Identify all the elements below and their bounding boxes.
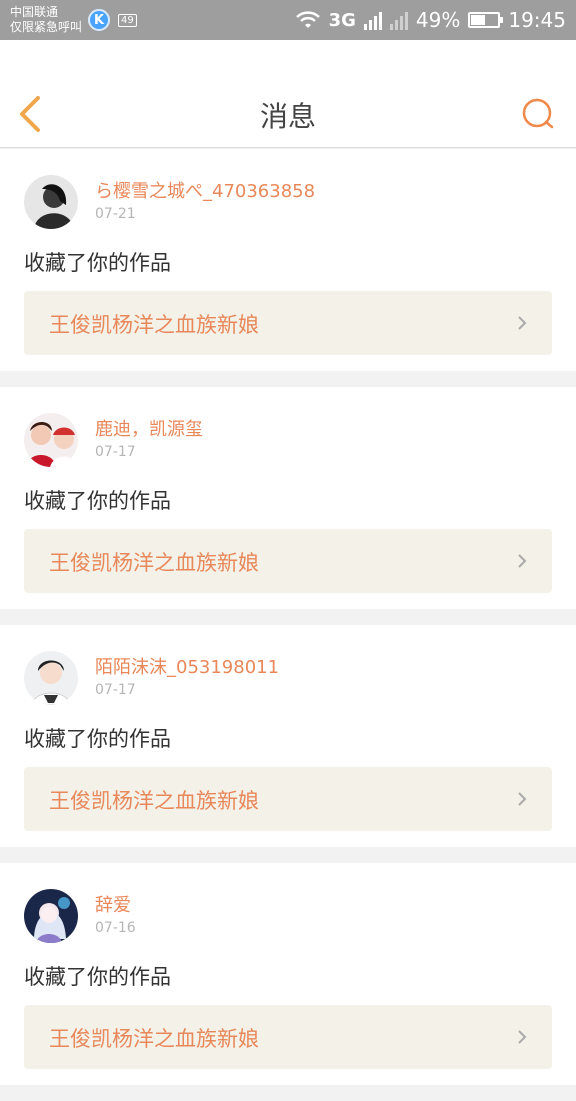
- username-link[interactable]: ら樱雪之城ぺ_470363858: [95, 177, 315, 203]
- work-link[interactable]: 王俊凯杨洋之血族新娘: [24, 291, 552, 355]
- carrier-info: 中国联通 仅限紧急呼叫: [10, 5, 82, 35]
- work-title: 王俊凯杨洋之血族新娘: [49, 1027, 259, 1051]
- work-link[interactable]: 王俊凯杨洋之血族新娘: [24, 767, 552, 831]
- search-icon: [522, 98, 554, 129]
- message-action: 收藏了你的作品: [24, 727, 171, 751]
- avatar[interactable]: [24, 651, 78, 705]
- message-action: 收藏了你的作品: [24, 965, 171, 989]
- avatar[interactable]: [24, 175, 78, 229]
- work-link[interactable]: 王俊凯杨洋之血族新娘: [24, 1005, 552, 1069]
- username-link[interactable]: 陌陌沫沫_053198011: [95, 653, 279, 679]
- chevron-right-icon: [518, 554, 527, 568]
- app-header: 消息: [0, 40, 576, 148]
- work-link[interactable]: 王俊凯杨洋之血族新娘: [24, 529, 552, 593]
- avatar[interactable]: [24, 413, 78, 467]
- work-title: 王俊凯杨洋之血族新娘: [49, 313, 259, 337]
- network-type: 3G: [328, 9, 356, 31]
- wifi-icon: [295, 11, 320, 28]
- message-card[interactable]: ら樱雪之城ぺ_470363858 07-21 收藏了你的作品 王俊凯杨洋之血族新…: [0, 149, 576, 371]
- notification-badge: 49: [118, 13, 137, 27]
- message-date: 07-16: [95, 920, 136, 936]
- k-app-icon: K: [88, 9, 111, 31]
- avatar[interactable]: [24, 889, 78, 943]
- page-title: 消息: [259, 100, 316, 133]
- signal-icon: [363, 10, 382, 30]
- message-date: 07-17: [95, 444, 136, 460]
- message-card[interactable]: 鹿迪，凯源玺 07-17 收藏了你的作品 王俊凯杨洋之血族新娘: [0, 387, 576, 609]
- username-link[interactable]: 辞爱: [95, 891, 131, 917]
- message-card[interactable]: 陌陌沫沫_053198011 07-17 收藏了你的作品 王俊凯杨洋之血族新娘: [0, 625, 576, 847]
- status-bar: 中国联通 仅限紧急呼叫 K 49 3G 49% 19:45: [0, 0, 576, 40]
- carrier-name: 中国联通: [10, 5, 59, 19]
- chevron-right-icon: [518, 1030, 527, 1044]
- message-action: 收藏了你的作品: [24, 489, 171, 513]
- work-title: 王俊凯杨洋之血族新娘: [49, 789, 259, 813]
- message-card[interactable]: 辞爱 07-16 收藏了你的作品 王俊凯杨洋之血族新娘: [0, 863, 576, 1085]
- message-date: 07-21: [95, 206, 136, 222]
- work-title: 王俊凯杨洋之血族新娘: [49, 551, 259, 575]
- username-link[interactable]: 鹿迪，凯源玺: [95, 415, 203, 441]
- battery-icon: [468, 12, 504, 28]
- signal-2-icon: [389, 10, 408, 30]
- message-date: 07-17: [95, 682, 136, 698]
- message-list: ら樱雪之城ぺ_470363858 07-21 收藏了你的作品 王俊凯杨洋之血族新…: [0, 149, 576, 1101]
- search-button[interactable]: [518, 94, 558, 134]
- message-action: 收藏了你的作品: [24, 251, 171, 275]
- emergency-text: 仅限紧急呼叫: [10, 20, 83, 34]
- chevron-right-icon: [518, 316, 527, 330]
- battery-percent: 49%: [415, 8, 461, 32]
- clock: 19:45: [508, 8, 566, 32]
- chevron-right-icon: [518, 792, 527, 806]
